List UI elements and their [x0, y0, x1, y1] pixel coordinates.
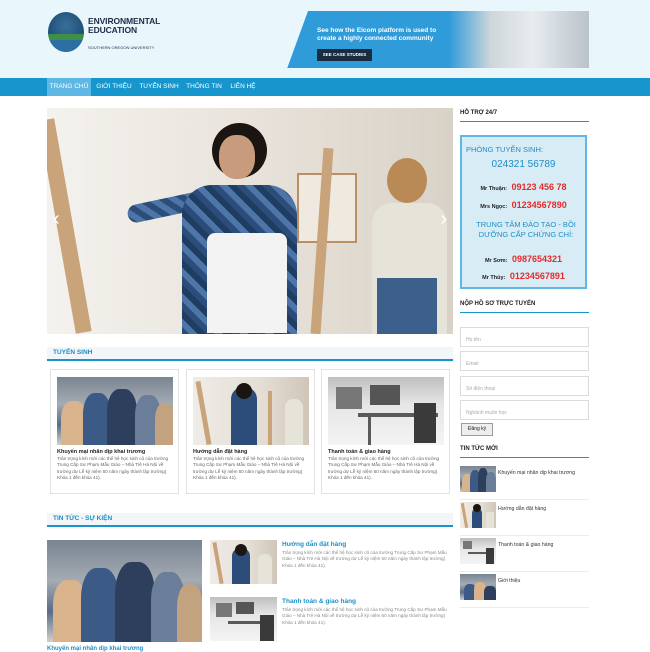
news-section-heading: TIN TỨC - SỰ KIỆN [47, 513, 453, 527]
admissions-office-phone[interactable]: 024321 56789 [462, 159, 585, 170]
slide-photo-painting-woman [126, 123, 297, 334]
register-button[interactable]: Đăng ký [461, 423, 493, 436]
contact-row: Mr Thủy: 01234567891 [462, 266, 585, 284]
hero-slider[interactable]: ‹ › [47, 108, 453, 334]
apply-online-heading: NỘP HỒ SƠ TRỰC TUYẾN [460, 297, 589, 313]
contact-phone[interactable]: 09123 456 78 [511, 182, 566, 192]
contact-name: Mr Thủy: [482, 275, 506, 281]
major-input[interactable] [461, 404, 588, 422]
featured-news-title[interactable]: Khuyến mại nhân dịp khai trương [47, 646, 143, 652]
latest-news-heading-text: TIN TỨC MỚI [460, 446, 498, 452]
card-image-painting [193, 377, 309, 445]
contact-name: Mr Sơm: [484, 258, 508, 264]
ad-cta-button[interactable]: SEE CASE STUDIES [317, 49, 372, 61]
latest-news-item[interactable]: Hướng dẫn đặt hàng [460, 500, 589, 536]
site-logo[interactable]: ENVIRONMENTAL EDUCATION SOUTHERN OREGON … [48, 12, 160, 58]
name-input[interactable] [461, 331, 588, 349]
nav-item-admissions[interactable]: TUYỂN SINH [137, 78, 181, 96]
admissions-office-label: PHÒNG TUYỂN SINH: [466, 145, 543, 154]
news-item-title[interactable]: Hướng dẫn đặt hàng [282, 541, 346, 548]
apply-heading-text: NỘP HỒ SƠ TRỰC TUYẾN [460, 301, 536, 307]
latest-news-title[interactable]: Khuyến mại nhân dịp khai trương [498, 470, 575, 476]
contact-phone[interactable]: 0987654321 [512, 254, 562, 264]
latest-news-title[interactable]: Hướng dẫn đặt hàng [498, 506, 546, 512]
name-field[interactable] [460, 327, 589, 349]
support-heading-text: HỖ TRỢ 24/7 [460, 110, 498, 116]
contact-name: Mrs Ngọc: [480, 204, 508, 210]
email-field[interactable] [460, 351, 589, 373]
card-description: Trân trọng kính mời các thể hệ học sinh … [328, 456, 440, 481]
latest-news-item[interactable]: Thanh toán & giao hàng [460, 536, 589, 572]
card-title[interactable]: Hướng dẫn đặt hàng [193, 449, 247, 455]
contact-name: Mr Thuận: [480, 186, 508, 192]
card-image-students [57, 377, 173, 445]
slider-next-arrow-icon[interactable]: › [440, 208, 447, 231]
site-header: ENVIRONMENTAL EDUCATION SOUTHERN OREGON … [0, 0, 650, 78]
nav-item-info[interactable]: THÔNG TIN [182, 78, 226, 96]
news-item-title[interactable]: Thanh toán & giao hàng [282, 598, 356, 605]
news-item-description: Trân trọng kính mời các thể hệ học sinh … [282, 550, 447, 568]
latest-news-title[interactable]: Giới thiệu [498, 578, 520, 584]
heron-logo-icon [48, 12, 84, 52]
admissions-card[interactable]: Khuyến mại nhân dịp khai trương Trân trọ… [50, 369, 179, 494]
news-thumb-image [210, 597, 277, 641]
phone-field[interactable] [460, 376, 589, 398]
nav-item-about[interactable]: GIỚI THIỆU [92, 78, 136, 96]
latest-news-title[interactable]: Thanh toán & giao hàng [498, 542, 553, 548]
news-list-item[interactable]: Thanh toán & giao hàng Trân trọng kính m… [210, 597, 453, 643]
logo-line-2: EDUCATION [88, 25, 137, 35]
latest-news-item[interactable]: Giới thiệu [460, 572, 589, 608]
news-item-description: Trân trọng kính mời các thể hệ học sinh … [282, 607, 447, 625]
ad-text: See how the Elcom platform is used to cr… [317, 27, 437, 42]
major-field[interactable] [460, 400, 589, 422]
slide-photo-background-woman [367, 158, 447, 334]
latest-news-thumb [460, 574, 496, 600]
card-title[interactable]: Thanh toán & giao hàng [328, 449, 391, 455]
card-image-office [328, 377, 444, 445]
contact-row: Mr Sơm: 0987654321 [462, 249, 585, 267]
latest-news-thumb [460, 538, 496, 564]
contact-row: Mr Thuận: 09123 456 78 [462, 177, 585, 195]
support-heading: HỖ TRỢ 24/7 [460, 106, 589, 122]
news-list-item[interactable]: Hướng dẫn đặt hàng Trân trọng kính mời c… [210, 540, 453, 586]
card-description: Trân trọng kính mời các thể hệ học sinh … [57, 456, 169, 481]
email-input[interactable] [461, 355, 588, 373]
admissions-card[interactable]: Hướng dẫn đặt hàng Trân trọng kính mời c… [186, 369, 315, 494]
card-description: Trân trọng kính mời các thể hệ học sinh … [193, 456, 305, 481]
featured-news-image[interactable] [47, 540, 202, 642]
slider-prev-arrow-icon[interactable]: ‹ [53, 208, 60, 231]
support-box: PHÒNG TUYỂN SINH: 024321 56789 Mr Thuận:… [460, 135, 587, 289]
logo-wordmark: ENVIRONMENTAL EDUCATION [88, 17, 160, 35]
header-ad-banner[interactable]: See how the Elcom platform is used to cr… [286, 11, 589, 68]
admissions-heading-text: TUYỂN SINH [53, 349, 93, 356]
news-thumb-image [210, 540, 277, 584]
admissions-section-heading: TUYỂN SINH [47, 347, 453, 361]
ad-photo [449, 11, 589, 68]
news-heading-text: TIN TỨC - SỰ KIỆN [53, 515, 113, 522]
nav-item-home[interactable]: TRANG CHỦ [47, 78, 91, 96]
contact-row: Mrs Ngọc: 01234567890 [462, 195, 585, 213]
main-nav: TRANG CHỦ GIỚI THIỆU TUYỂN SINH THÔNG TI… [0, 78, 650, 96]
latest-news-thumb [460, 466, 496, 492]
nav-item-contact[interactable]: LIÊN HỆ [226, 78, 260, 96]
training-center-label: TRUNG TÂM ĐÀO TẠO - BỒI DƯỠNG CẤP CHỨNG … [476, 220, 576, 239]
logo-subtitle: SOUTHERN OREGON UNIVERSITY [88, 45, 155, 50]
contact-phone[interactable]: 01234567891 [510, 271, 565, 281]
admissions-card[interactable]: Thanh toán & giao hàng Trân trọng kính m… [321, 369, 450, 494]
latest-news-thumb [460, 502, 496, 528]
latest-news-heading: TIN TỨC MỚI [460, 442, 589, 458]
card-title[interactable]: Khuyến mại nhân dịp khai trương [57, 449, 145, 455]
latest-news-item[interactable]: Khuyến mại nhân dịp khai trương [460, 464, 589, 500]
contact-phone[interactable]: 01234567890 [512, 200, 567, 210]
phone-input[interactable] [461, 380, 588, 398]
